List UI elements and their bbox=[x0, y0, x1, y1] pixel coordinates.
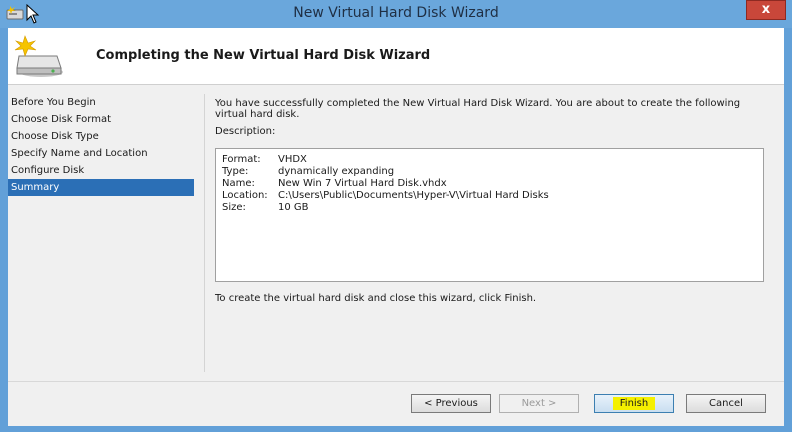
description-value: 10 GB bbox=[278, 202, 309, 213]
wizard-header: Completing the New Virtual Hard Disk Wiz… bbox=[8, 28, 784, 85]
finish-instruction: To create the virtual hard disk and clos… bbox=[215, 293, 537, 304]
description-key: Size: bbox=[222, 202, 246, 213]
nav-step-configure-disk[interactable]: Configure Disk bbox=[8, 162, 194, 179]
title-bar[interactable]: New Virtual Hard Disk Wizard x bbox=[0, 0, 792, 28]
description-row-size: Size: 10 GB bbox=[222, 202, 309, 214]
wizard-window: New Virtual Hard Disk Wizard x Completin… bbox=[0, 0, 792, 432]
summary-content: You have successfully completed the New … bbox=[215, 94, 775, 304]
description-row-location: Location: C:\Users\Public\Documents\Hyper… bbox=[222, 190, 549, 202]
hard-disk-sparkle-icon bbox=[14, 35, 63, 77]
nav-step-choose-disk-format[interactable]: Choose Disk Format bbox=[8, 111, 194, 128]
description-key: Format: bbox=[222, 154, 261, 165]
button-bar-divider bbox=[8, 381, 784, 382]
description-key: Location: bbox=[222, 190, 268, 201]
wizard-step-list: Before You Begin Choose Disk Format Choo… bbox=[8, 94, 194, 196]
wizard-client-area: Completing the New Virtual Hard Disk Wiz… bbox=[8, 28, 784, 426]
nav-divider bbox=[204, 94, 205, 372]
description-box[interactable]: Format: VHDX Type: dynamically expanding N… bbox=[215, 148, 764, 282]
intro-text: You have successfully completed the New … bbox=[215, 98, 741, 120]
description-value: VHDX bbox=[278, 154, 307, 165]
nav-step-specify-name-location[interactable]: Specify Name and Location bbox=[8, 145, 194, 162]
description-value: dynamically expanding bbox=[278, 166, 395, 177]
description-key: Type: bbox=[222, 166, 249, 177]
finish-button-label: Finish bbox=[612, 397, 656, 410]
cancel-button[interactable]: Cancel bbox=[686, 394, 766, 413]
close-button[interactable]: x bbox=[746, 0, 786, 20]
nav-step-before-you-begin[interactable]: Before You Begin bbox=[8, 94, 194, 111]
nav-step-choose-disk-type[interactable]: Choose Disk Type bbox=[8, 128, 194, 145]
nav-step-summary[interactable]: Summary bbox=[8, 179, 194, 196]
close-icon: x bbox=[761, 2, 771, 17]
description-key: Name: bbox=[222, 178, 255, 189]
page-title: Completing the New Virtual Hard Disk Wiz… bbox=[96, 48, 431, 63]
window-title: New Virtual Hard Disk Wizard bbox=[293, 5, 499, 21]
description-value: New Win 7 Virtual Hard Disk.vhdx bbox=[278, 178, 447, 189]
previous-button[interactable]: < Previous bbox=[411, 394, 491, 413]
description-value: C:\Users\Public\Documents\Hyper-V\Virtua… bbox=[278, 190, 549, 201]
next-button[interactable]: Next > bbox=[499, 394, 579, 413]
description-label: Description: bbox=[215, 126, 276, 137]
description-row-type: Type: dynamically expanding bbox=[222, 166, 394, 178]
description-row-format: Format: VHDX bbox=[222, 154, 307, 166]
finish-button[interactable]: Finish bbox=[594, 394, 674, 413]
description-row-name: Name: New Win 7 Virtual Hard Disk.vhdx bbox=[222, 178, 447, 190]
